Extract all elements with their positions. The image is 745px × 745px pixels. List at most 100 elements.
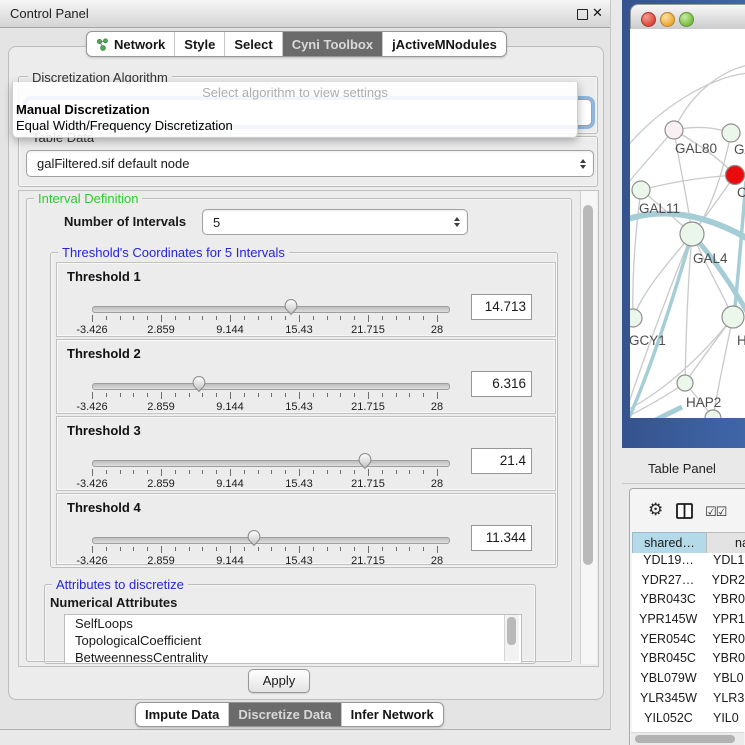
slider-tick	[354, 470, 355, 474]
attributes-scrollbar-thumb[interactable]	[507, 617, 516, 645]
cell-shared-name[interactable]: YBR043C	[632, 592, 704, 612]
column-header-shared[interactable]: shared…	[632, 532, 707, 554]
table-row[interactable]: YER054CYER0	[632, 632, 745, 652]
tab-infer-network[interactable]: Infer Network	[342, 703, 443, 726]
slider-track[interactable]	[92, 537, 450, 544]
tab-discretize-data[interactable]: Discretize Data	[229, 703, 341, 726]
cell-name[interactable]: YPR1	[704, 612, 745, 632]
slider-tick	[175, 316, 176, 320]
table-data-combo[interactable]: galFiltered.sif default node	[26, 150, 594, 177]
cell-name[interactable]: YLR3	[705, 691, 744, 711]
slider-tick	[437, 392, 438, 399]
float-window-icon[interactable]	[577, 9, 588, 20]
cell-name[interactable]: YBL0	[705, 671, 744, 691]
slider-tick	[161, 392, 162, 399]
tab-select[interactable]: Select	[225, 32, 282, 56]
list-item[interactable]: TopologicalCoefficient	[65, 632, 521, 649]
cell-shared-name[interactable]: YLR345W	[632, 691, 705, 711]
slider-tick	[120, 316, 121, 320]
threshold-1-slider[interactable]: -3.4262.8599.14415.4321.71528	[92, 301, 437, 335]
threshold-3-slider[interactable]: -3.4262.8599.14415.4321.71528	[92, 455, 437, 489]
close-icon[interactable]: ✕	[592, 5, 603, 21]
network-window-titlebar[interactable]	[630, 4, 745, 31]
tab-impute-data[interactable]: Impute Data	[136, 703, 229, 726]
slider-track[interactable]	[92, 306, 450, 313]
apply-button[interactable]: Apply	[248, 669, 310, 693]
cell-name[interactable]: YDR2	[704, 573, 745, 593]
gear-icon[interactable]: ⚙	[648, 500, 663, 520]
slider-thumb[interactable]	[246, 529, 262, 547]
slider-tick	[92, 546, 93, 553]
slider-thumb[interactable]	[283, 298, 299, 316]
slider-thumb[interactable]	[357, 452, 373, 470]
slider-tick	[437, 315, 438, 322]
node-gal11[interactable]	[632, 181, 650, 199]
table-row[interactable]: YBR043CYBR0	[632, 592, 745, 612]
number-of-intervals-combo[interactable]: 5	[202, 209, 468, 235]
column-header-name[interactable]: na	[706, 532, 745, 554]
slider-tick	[230, 469, 231, 476]
threshold-3-value-input[interactable]: 21.4	[471, 448, 532, 474]
table-row[interactable]: YIL052CYIL0	[632, 711, 745, 731]
node-gcy1[interactable]	[630, 309, 642, 327]
cell-name[interactable]: YBR0	[704, 651, 745, 671]
node-partial-low-right[interactable]	[722, 306, 744, 328]
minimize-traffic-light-icon[interactable]	[660, 12, 675, 27]
interval-definition-title: Interval Definition	[34, 191, 142, 206]
table-row[interactable]: YDL19…YDL1	[632, 553, 745, 573]
node-partial-top-right[interactable]	[722, 124, 740, 142]
cell-shared-name[interactable]: YER054C	[632, 632, 704, 652]
cell-shared-name[interactable]: YPR145W	[632, 612, 704, 632]
slider-track[interactable]	[92, 460, 450, 467]
node-gal80[interactable]	[665, 121, 683, 139]
horizontal-scrollbar-track[interactable]	[631, 732, 744, 745]
node-hap2[interactable]	[677, 375, 693, 391]
cell-name[interactable]: YIL0	[705, 711, 739, 731]
desktop: Control Panel ✕ Network Style Select	[0, 0, 745, 745]
control-panel-titlebar[interactable]: Control Panel	[0, 0, 610, 28]
slider-track[interactable]	[92, 383, 450, 390]
slider-thumb[interactable]	[191, 375, 207, 393]
cell-name[interactable]: YDL1	[705, 553, 744, 573]
table-row[interactable]: YBL079WYBL0	[632, 671, 745, 691]
table-row[interactable]: YBR045CYBR0	[632, 651, 745, 671]
close-traffic-light-icon[interactable]	[641, 12, 656, 27]
columns-icon[interactable]	[676, 503, 693, 519]
slider-tick	[313, 547, 314, 551]
threshold-1-value-input[interactable]: 14.713	[471, 294, 532, 320]
tab-cyni-toolbox[interactable]: Cyni Toolbox	[283, 32, 383, 56]
tab-style[interactable]: Style	[175, 32, 225, 56]
cell-shared-name[interactable]: YBR045C	[632, 651, 704, 671]
vertical-scrollbar-thumb[interactable]	[583, 205, 593, 565]
zoom-traffic-light-icon[interactable]	[679, 12, 694, 27]
cell-shared-name[interactable]: YBL079W	[632, 671, 705, 691]
threshold-2-slider[interactable]: -3.4262.8599.14415.4321.71528	[92, 378, 437, 412]
attributes-scrollbar-track[interactable]	[504, 615, 519, 661]
node-red-selected[interactable]	[726, 166, 745, 185]
node-gal4[interactable]	[680, 222, 704, 246]
cell-name[interactable]: YBR0	[704, 592, 745, 612]
select-columns-checkboxes-icon[interactable]: ☑☑	[705, 504, 726, 520]
table-row[interactable]: YPR145WYPR1	[632, 612, 745, 632]
table-row[interactable]: YDR27…YDR2	[632, 573, 745, 593]
node-table-rows[interactable]: YDL19…YDL1 YDR27…YDR2 YBR043CYBR0 YPR145…	[632, 553, 745, 732]
table-row[interactable]: YLR345WYLR3	[632, 691, 745, 711]
cell-shared-name[interactable]: YDL19…	[632, 553, 705, 573]
slider-tick	[161, 546, 162, 553]
threshold-4-slider[interactable]: -3.4262.8599.14415.4321.71528	[92, 532, 437, 566]
threshold-2-value-input[interactable]: 6.316	[471, 371, 532, 397]
tab-jactivemnodules[interactable]: jActiveMNodules	[383, 32, 506, 56]
tab-network[interactable]: Network	[87, 32, 175, 56]
numerical-attributes-list[interactable]: SelfLoops TopologicalCoefficient Between…	[64, 614, 522, 664]
threshold-4-value-input[interactable]: 11.344	[471, 525, 532, 551]
list-item[interactable]: SelfLoops	[65, 615, 521, 632]
popup-option-manual-discretization[interactable]: Manual Discretization	[13, 102, 577, 118]
cell-shared-name[interactable]: YDR27…	[632, 573, 704, 593]
list-item[interactable]: BetweennessCentrality	[65, 649, 521, 664]
cell-shared-name[interactable]: YIL052C	[632, 711, 705, 731]
slider-tick	[120, 470, 121, 474]
horizontal-scrollbar-thumb[interactable]	[635, 735, 735, 743]
network-canvas[interactable]: GAL80 GA C GAL11 GAL4 GCY1 H HAP2	[630, 29, 745, 418]
popup-option-equal-width-frequency[interactable]: Equal Width/Frequency Discretization	[13, 118, 577, 134]
cell-name[interactable]: YER0	[704, 632, 745, 652]
